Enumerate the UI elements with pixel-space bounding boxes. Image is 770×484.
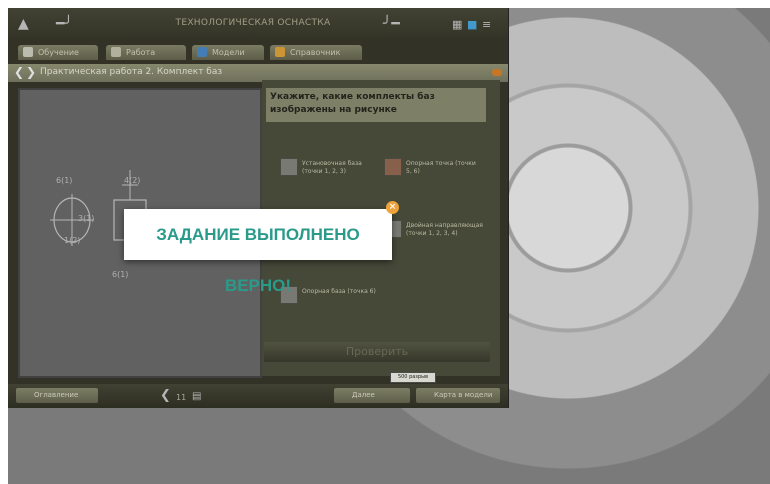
close-icon[interactable]: × — [386, 201, 399, 214]
success-dialog: ЗАДАНИЕ ВЫПОЛНЕНО ВЕРНО! × — [124, 201, 399, 295]
success-message: ЗАДАНИЕ ВЫПОЛНЕНО ВЕРНО! — [156, 225, 360, 295]
modal-overlay — [8, 8, 508, 408]
